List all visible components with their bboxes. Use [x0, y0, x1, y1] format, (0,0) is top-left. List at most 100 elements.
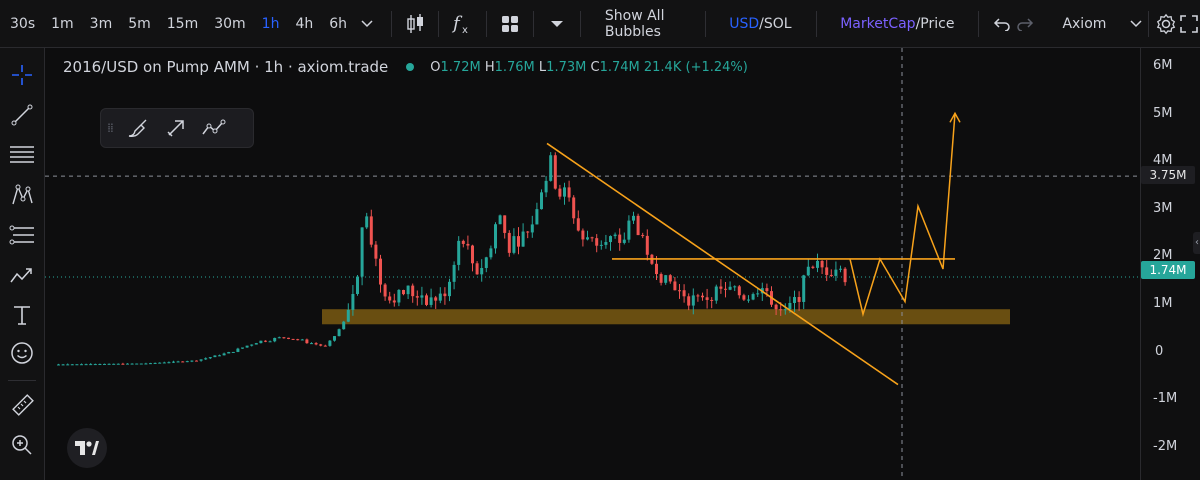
symbol-title: 2016/USD on Pump AMM · 1h · axiom.trade	[63, 58, 389, 76]
projection-path	[849, 113, 956, 318]
arrow-icon[interactable]	[157, 113, 195, 143]
tf-5m[interactable]: 5m	[120, 16, 159, 32]
candle-body	[576, 218, 580, 231]
candle-body	[839, 268, 842, 270]
tf-6h[interactable]: 6h	[321, 16, 355, 32]
candle-body	[319, 344, 323, 346]
show-bubbles-button[interactable]: Show All Bubbles	[593, 8, 693, 40]
horizontal-lines-icon[interactable]	[4, 140, 40, 170]
candle-body	[595, 238, 599, 246]
candle-body	[337, 329, 341, 337]
crosshair-icon[interactable]	[4, 60, 40, 90]
svg-text:x: x	[462, 25, 468, 35]
open-value: 1.72M	[440, 59, 481, 75]
zoom-in-icon[interactable]	[4, 430, 40, 460]
collapse-panel-icon[interactable]: ‹	[1193, 232, 1200, 254]
price-axis[interactable]: 6M 5M 4M 3M 2M 1M 0 -1M -2M 3.75M 1.74M …	[1140, 48, 1200, 480]
candle-body	[636, 215, 640, 236]
candle-body	[825, 267, 829, 275]
redo-icon[interactable]	[1014, 17, 1037, 31]
tf-1h[interactable]: 1h	[254, 16, 288, 32]
candle-body	[291, 338, 295, 340]
provider-chevron-icon[interactable]	[1110, 19, 1142, 28]
candle-body	[121, 363, 125, 365]
ruler-icon[interactable]	[4, 390, 40, 420]
drawing-toolbar	[0, 48, 45, 480]
chart-pane[interactable]: 2016/USD on Pump AMM · 1h · axiom.trade …	[45, 48, 1140, 480]
candle-body	[687, 296, 691, 306]
low-value: 1.73M	[546, 59, 587, 75]
candle-body	[254, 343, 258, 345]
provider-select[interactable]: Axiom	[1050, 16, 1110, 32]
candle-body	[282, 337, 286, 339]
candle-body	[135, 363, 139, 365]
emoji-icon[interactable]	[4, 338, 40, 368]
candle-body	[484, 257, 488, 268]
candle-body	[471, 245, 474, 264]
candle-body	[599, 244, 603, 246]
tf-4h[interactable]: 4h	[287, 16, 321, 32]
fib-icon[interactable]	[4, 220, 40, 250]
candle-body	[816, 260, 819, 268]
tf-15m[interactable]: 15m	[159, 16, 206, 32]
pattern-icon[interactable]	[4, 180, 40, 210]
candles-icon[interactable]	[404, 13, 427, 35]
candle-body	[512, 236, 516, 253]
candle-body	[673, 281, 677, 291]
candle-body	[783, 309, 787, 311]
tf-30m[interactable]: 30m	[206, 16, 253, 32]
candle-body	[222, 353, 226, 356]
tf-1m[interactable]: 1m	[43, 16, 82, 32]
candle-body	[273, 337, 277, 342]
candle-body	[61, 364, 65, 366]
path-icon[interactable]	[195, 113, 233, 143]
tf-3m[interactable]: 3m	[82, 16, 121, 32]
undo-icon[interactable]	[991, 17, 1014, 31]
projection-icon[interactable]	[4, 260, 40, 290]
brush-icon[interactable]	[119, 113, 157, 143]
candle-body	[788, 302, 792, 310]
gear-icon[interactable]	[1155, 13, 1178, 35]
candle-body	[701, 295, 704, 298]
candle-body	[57, 364, 60, 366]
layout-grid-icon[interactable]	[498, 15, 521, 33]
candle-body	[383, 284, 387, 297]
candle-body	[586, 237, 589, 240]
candle-body	[682, 290, 686, 297]
candle-body	[544, 180, 548, 193]
trendline-icon[interactable]	[4, 100, 40, 130]
candle-body	[549, 155, 553, 181]
candle-body	[558, 188, 562, 197]
candle-body	[406, 285, 410, 295]
dropdown-caret-icon[interactable]	[546, 20, 569, 28]
candle-body	[310, 343, 313, 345]
candle-body	[668, 275, 672, 282]
candle-body	[199, 359, 203, 361]
mode-toggle[interactable]: MarketCap/Price	[828, 16, 966, 32]
candle-body	[314, 343, 318, 345]
candle-body	[365, 216, 369, 228]
fx-icon[interactable]: fx	[451, 13, 474, 35]
candle-body	[751, 294, 755, 300]
candle-body	[434, 297, 438, 301]
text-icon[interactable]	[4, 300, 40, 330]
candle-body	[843, 268, 847, 283]
chevron-down-icon[interactable]	[355, 19, 379, 28]
candle-body	[779, 309, 783, 311]
candle-body	[613, 234, 617, 237]
drag-handle-icon[interactable]: ⁞⁞	[101, 121, 119, 135]
candle-body	[66, 364, 70, 366]
candle-body	[204, 358, 208, 360]
candle-body	[632, 215, 635, 221]
fullscreen-icon[interactable]	[1177, 14, 1200, 33]
candle-body	[227, 352, 231, 354]
tf-30s[interactable]: 30s	[2, 16, 43, 32]
currency-toggle[interactable]: USD/SOL	[717, 16, 803, 32]
candle-body	[172, 361, 175, 363]
candle-body	[356, 276, 359, 294]
candle-body	[236, 348, 240, 352]
candle-body	[346, 309, 350, 322]
tv-logo-icon[interactable]	[67, 428, 107, 468]
candle-body	[655, 263, 658, 275]
candle-body	[645, 235, 649, 255]
